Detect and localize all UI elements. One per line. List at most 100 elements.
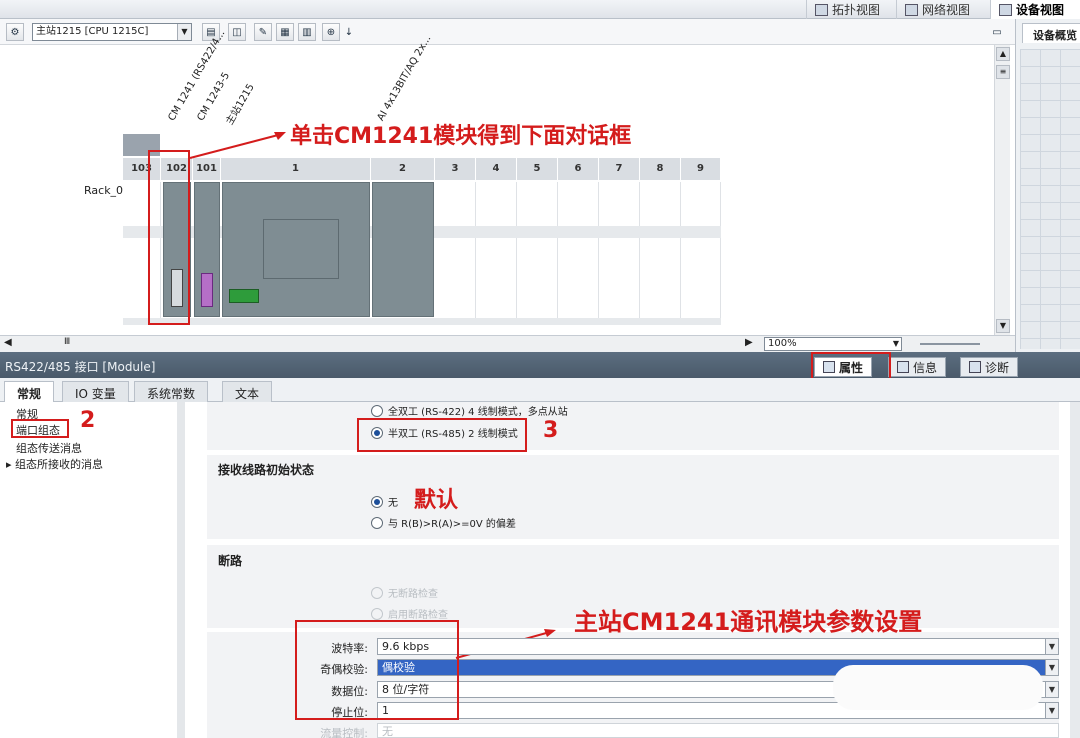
highlight-half-duplex [357,418,527,452]
slot-header: 3 [435,158,476,180]
rack-slot[interactable] [681,182,721,319]
device-overview-panel: 设备概览 [1015,19,1080,352]
info-icon [897,361,909,373]
radio-receive-bias[interactable]: 与 R(B)>R(A)>=0V 的偏差 [371,515,516,530]
tab-diagnostics[interactable]: 诊断 [960,357,1019,377]
scroll-thumb[interactable]: Ⅲ [64,337,70,347]
grid-icon[interactable]: ▦ [276,23,294,41]
radio-button[interactable] [371,607,383,620]
general-tabs-bar: 常规 IO 变量 系统常数 文本 [0,378,1080,402]
radio-full-duplex[interactable]: 全双工 (RS-422) 4 线制模式，多点从站 [371,403,568,418]
rack-slot[interactable] [435,182,476,319]
table-icon[interactable]: ▥ [298,23,316,41]
tab-device-overview[interactable]: 设备概览 [1022,23,1080,43]
rack-slot[interactable] [558,182,599,319]
module-cpu-1215c[interactable] [222,182,370,317]
section-mode [207,402,1059,450]
canvas-vertical-scrollbar[interactable]: ▲ ≡ ▼ [994,45,1010,335]
tab-device-view[interactable]: 设备视图 [990,0,1080,19]
scroll-down-icon[interactable]: ▼ [996,319,1010,333]
baud-rate-select[interactable]: 9.6 kbps ▼ [377,638,1059,655]
chevron-down-icon: ▼ [1045,703,1058,718]
rack-label: Rack_0 [84,184,124,197]
tab-topology-view[interactable]: 拓扑视图 [806,0,888,19]
expand-arrow-icon: ▸ [6,458,16,471]
label-flow-control: 流量控制: [320,727,368,738]
radio-button[interactable] [371,495,383,508]
radio-receive-none[interactable]: 无 [371,494,398,509]
section-receive-line [207,455,1059,539]
slot-header: 4 [476,158,517,180]
cpu-front-panel [263,219,339,279]
slot-header: 8 [640,158,681,180]
properties-title: RS422/485 接口 [Module] [5,360,156,374]
network-config-icon[interactable]: ⚙ [6,23,24,41]
device-toolbar: ⚙ 主站1215 [CPU 1215C] ▼ ▤ ◫ ✎ ▦ ▥ ⊕ ↓ ▭ [0,19,1015,45]
module-ai-aq[interactable] [372,182,434,317]
slot-header: 9 [681,158,721,180]
zoom-slider[interactable] [920,343,980,345]
chevron-down-icon: ▼ [177,24,191,40]
radio-break-check[interactable]: 启用断路检查 [371,606,448,621]
content-scrollbar[interactable] [1070,402,1080,738]
slot-header: 2 [371,158,435,180]
rack-slot[interactable] [640,182,681,319]
diagnostics-icon [969,361,981,373]
radio-no-break-check[interactable]: 无断路检查 [371,585,438,600]
annotation-click-module: 单击CM1241模块得到下面对话框 [290,124,632,149]
highlight-slot-102 [148,150,190,325]
tab-general[interactable]: 常规 [4,381,55,402]
annotation-arrow [189,132,286,159]
tab-network-view[interactable]: 网络视图 [896,0,978,19]
scroll-up-icon[interactable]: ▲ [996,47,1010,61]
nav-item-send-message[interactable]: 组态传送消息 [16,440,82,456]
tab-io-variables[interactable]: IO 变量 [62,381,129,402]
chevron-down-icon: ▼ [1045,639,1058,654]
ethernet-port [229,289,259,303]
flow-control-select[interactable]: 无 [377,723,1059,738]
watermark-blur [833,665,1043,710]
nav-item-receive-message[interactable]: ▸ 组态所接收的消息 [6,456,103,472]
module-cm1243-5[interactable] [194,182,220,317]
rack-slot[interactable] [599,182,640,319]
zoom-icon[interactable]: ⊕ [322,23,340,41]
rack-rail [123,318,721,325]
view-tabs-bar: 拓扑视图 网络视图 设备视图 [0,0,1080,19]
radio-button[interactable] [371,586,383,599]
section-title-break: 断路 [218,554,243,568]
pen-icon[interactable]: ✎ [254,23,272,41]
chevron-down-icon: ▼ [1045,660,1058,675]
chevron-down-icon: ▼ [1045,682,1058,697]
nav-splitter[interactable] [177,402,185,738]
slot-header: 5 [517,158,558,180]
zoom-select[interactable]: 100% ▼ [764,337,902,351]
menu-icon[interactable]: ≡ [996,65,1010,79]
highlight-port-config [11,419,69,438]
device-icon [999,3,1012,16]
highlight-port-params [295,620,459,720]
canvas-horizontal-scrollbar[interactable]: ◀ Ⅲ ▶ 100% ▼ [0,335,1015,352]
scroll-right-icon[interactable]: ▶ [745,337,753,348]
properties-header: RS422/485 接口 [Module] 属性 信息 诊断 [0,352,1080,378]
network-icon [905,3,918,16]
overview-grid [1020,49,1080,349]
rack-slot[interactable] [517,182,558,319]
annotation-step-3: 3 [543,418,559,443]
radio-button[interactable] [371,516,383,529]
tab-info[interactable]: 信息 [888,357,947,377]
tab-system-constants[interactable]: 系统常数 [134,381,209,402]
scroll-left-icon[interactable]: ◀ [4,337,12,348]
chevron-down-icon: ▼ [892,339,899,348]
annotation-default: 默认 [414,488,459,513]
slot-header: 7 [599,158,640,180]
rename-icon[interactable]: ◫ [228,23,246,41]
radio-button[interactable] [371,404,383,417]
overview-toggle-icon[interactable]: ▭ [988,23,1006,41]
device-select[interactable]: 主站1215 [CPU 1215C] ▼ [32,23,192,41]
download-icon[interactable]: ↓ [340,23,358,41]
tab-text[interactable]: 文本 [222,381,273,402]
section-title-receive: 接收线路初始状态 [218,463,315,477]
rack-slot[interactable] [476,182,517,319]
profibus-connector [201,273,213,307]
annotation-params: 主站CM1241通讯模块参数设置 [574,608,923,636]
